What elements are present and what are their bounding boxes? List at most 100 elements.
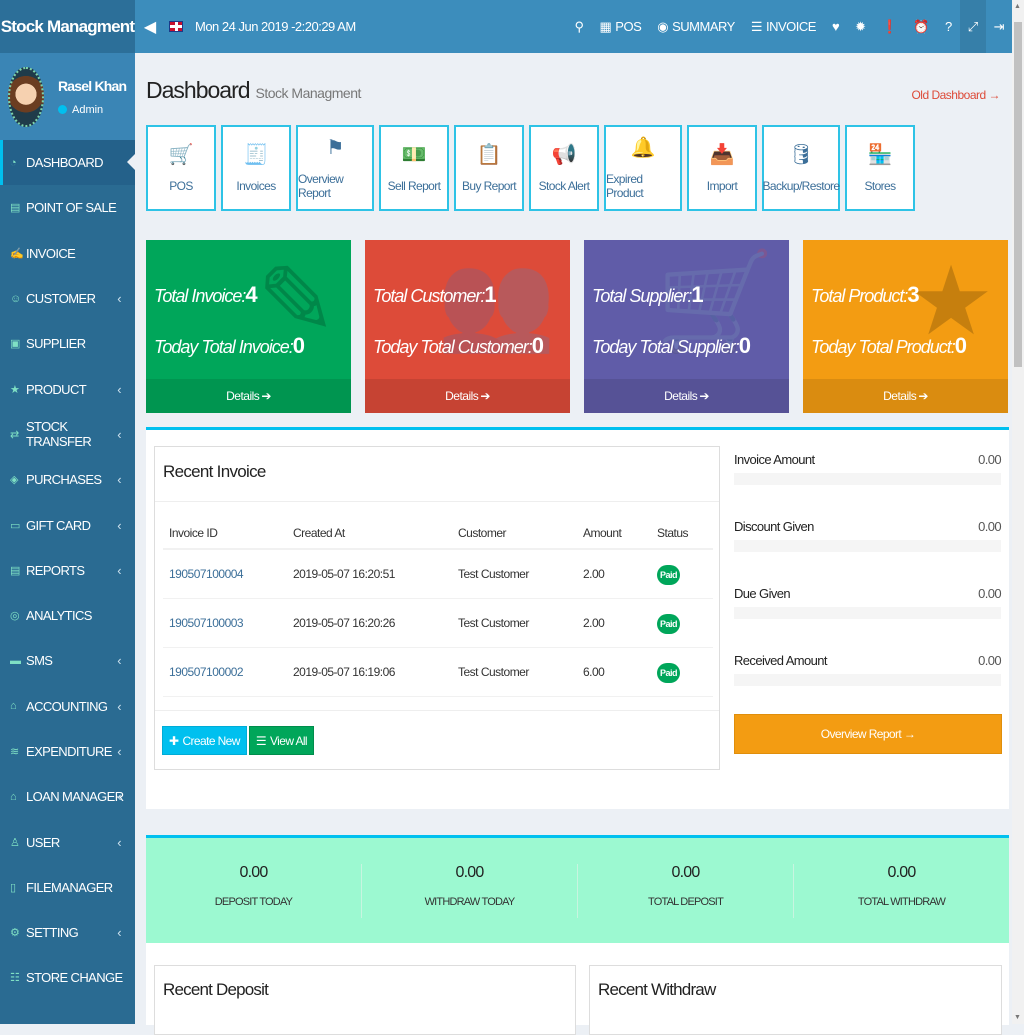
stat-label: Total Supplier: [592, 286, 692, 306]
sidebar-item-invoice[interactable]: ✍ INVOICE [0, 231, 135, 276]
cart-icon: 🛒 [168, 144, 194, 166]
topbar-search-button[interactable]: ⚲ [566, 0, 591, 53]
shortcut-stock-alert[interactable]: 📢 Stock Alert [529, 125, 599, 211]
details-link[interactable]: Details ➔ [146, 379, 351, 413]
shortcut-expired-product[interactable]: 🔔 Expired Product [604, 125, 682, 211]
sidebar-item-product[interactable]: ★ PRODUCT ‹ [0, 366, 135, 411]
caret-left-icon: ◀ [143, 18, 157, 36]
status-cell: Paid [651, 598, 713, 648]
invoice-id-link[interactable]: 190507100003 [163, 598, 287, 648]
status-badge: Paid [657, 662, 681, 683]
page-scrollbar[interactable]: ▲ ▼ [1012, 0, 1024, 1024]
transfer-icon: ⇄ [10, 428, 19, 441]
chevron-left-icon: ‹ [117, 744, 121, 759]
topbar-heart-button[interactable]: ♥ [824, 0, 847, 53]
sidebar-item-store-change[interactable]: ☷ STORE CHANGE [0, 955, 135, 1000]
sidebar-item-filemanager[interactable]: ▯ FILEMANAGER [0, 865, 135, 910]
stat-label: Today Total Customer: [373, 337, 533, 357]
topbar-list-button[interactable]: ☰ INVOICE [743, 0, 824, 53]
details-link[interactable]: Details ➔ [803, 379, 1008, 413]
topbar-logout-button[interactable]: ⇥ [986, 0, 1012, 53]
scroll-up-icon[interactable]: ▲ [1014, 3, 1021, 10]
shortcut-label: POS [169, 179, 193, 193]
stat-label: Total Customer: [373, 286, 485, 306]
arrow-circle-right-icon: ➔ [480, 389, 490, 403]
arrow-circle-right-icon: ➔ [261, 389, 271, 403]
sidebar-item-point-of-sale[interactable]: ▤ POINT OF SALE [0, 185, 135, 230]
view-all-button[interactable]: ☰ View All [248, 726, 315, 755]
sidebar-item-setting[interactable]: ⚙ SETTING ‹ [0, 910, 135, 955]
scrollbar-thumb[interactable] [1014, 22, 1022, 367]
details-label: Details [883, 389, 917, 403]
shortcut-sell-report[interactable]: 💵 Sell Report [379, 125, 449, 211]
recent-withdraw-box: Recent Withdraw [589, 965, 1002, 1035]
create-new-button[interactable]: ✚ Create New [162, 726, 247, 755]
created-at: 2019-05-07 16:19:06 [287, 647, 452, 697]
app-logo[interactable]: Stock Managment [0, 0, 135, 53]
progress-bar [734, 674, 1001, 686]
shortcut-invoices[interactable]: 🧾 Invoices [221, 125, 291, 211]
amount: 2.00 [577, 598, 651, 648]
topbar-pos-button[interactable]: ▦ POS [592, 0, 650, 53]
stat-text: Total Product:3 Today Total Product:0 [811, 270, 967, 372]
sidebar: Rasel Khan Admin ◔ DASHBOARD ▤ POINT OF SAL… [0, 53, 135, 1024]
reports-icon: ▤ [10, 564, 20, 577]
stat-value: 0 [531, 333, 544, 358]
sidebar-item-customer[interactable]: ☺ CUSTOMER ‹ [0, 276, 135, 321]
sidebar-item-label: PURCHASES [26, 472, 102, 488]
stat-value: 1 [691, 282, 703, 307]
sidebar-item-dashboard[interactable]: ◔ DASHBOARD [0, 140, 135, 186]
shortcut-backup-restore[interactable]: 🛢 Backup/Restore [762, 125, 840, 211]
sidebar-item-reports[interactable]: ▤ REPORTS ‹ [0, 548, 135, 593]
shortcut-overview-report[interactable]: ⚑ Overview Report [296, 125, 374, 211]
shortcut-pos[interactable]: 🛒 POS [146, 125, 216, 211]
sidebar-item-loan-manager[interactable]: ⌂ LOAN MANAGER ‹ [0, 774, 135, 819]
invoice-id-link[interactable]: 190507100002 [163, 647, 287, 697]
column-header: Amount [577, 517, 651, 550]
details-link[interactable]: Details ➔ [584, 379, 789, 413]
sidebar-item-supplier[interactable]: ▣ SUPPLIER [0, 321, 135, 366]
alarm-icon: ⏰ [913, 18, 929, 34]
overview-report-button[interactable]: Overview Report → [734, 714, 1002, 754]
summary-item: Due Given 0.00 [734, 586, 1002, 653]
invoice-id-link[interactable]: 190507100004 [163, 549, 287, 599]
shortcut-buy-report[interactable]: 📋 Buy Report [454, 125, 524, 211]
topbar-help-button[interactable]: ? [937, 0, 960, 53]
customer-icon: ☺ [10, 292, 21, 305]
sidebar-item-purchases[interactable]: ◈ PURCHASES ‹ [0, 457, 135, 502]
shortcut-label: Buy Report [461, 179, 517, 193]
shortcut-label: Expired Product [606, 172, 644, 200]
accounts-panel: 0.00 DEPOSIT TODAY 0.00 WITHDRAW TODAY 0.00 T… [146, 835, 1009, 1035]
scroll-down-icon[interactable]: ▼ [1014, 1014, 1021, 1021]
sidebar-item-sms[interactable]: ▬ SMS ‹ [0, 638, 135, 683]
datetime-display: Mon 24 Jun 2019 -2:20:29 AM [195, 19, 356, 34]
sidebar-item-stock-transfer[interactable]: ⇄ STOCK TRANSFER ‹ [0, 412, 135, 457]
chevron-left-icon: ‹ [117, 834, 121, 850]
stat-boxes: ✎ Total Invoice:4 Today Total Invoice:0 Det… [146, 240, 1008, 413]
sidebar-item-expenditure[interactable]: ≋ EXPENDITURE ‹ [0, 729, 135, 774]
shortcut-import[interactable]: 📥 Import [687, 125, 757, 211]
flag-icon: ⚑ [326, 137, 344, 159]
shortcut-label: Overview Report [298, 172, 344, 200]
sidebar-item-user[interactable]: ♙ USER ‹ [0, 819, 135, 864]
old-dashboard-link[interactable]: Old Dashboard → [911, 88, 1000, 102]
topbar-alert-button[interactable]: ❗ [874, 0, 906, 53]
uk-flag-icon[interactable] [169, 21, 183, 32]
sidebar-item-accounting[interactable]: ⌂ ACCOUNTING ‹ [0, 684, 135, 729]
topbar-alarm-button[interactable]: ⏰ [905, 0, 937, 53]
sidebar-item-gift-card[interactable]: ▭ GIFT CARD ‹ [0, 502, 135, 547]
stat-label: Today Total Product: [811, 337, 956, 357]
user-role: Admin [72, 103, 104, 116]
topbar-gear-button[interactable]: ✹ [847, 0, 873, 53]
analytics-icon: ◎ [10, 610, 20, 623]
sidebar-toggle[interactable]: ◀ [139, 0, 161, 53]
summary-label: Received Amount [734, 653, 828, 668]
shortcut-stores[interactable]: 🏪 Stores [845, 125, 915, 211]
chevron-left-icon: ‹ [117, 562, 121, 578]
topbar-fullscreen-button[interactable]: ⤢ [959, 0, 986, 53]
topbar-summary-button[interactable]: ◉ SUMMARY [649, 0, 743, 53]
database-icon: 🛢 [788, 144, 814, 166]
sidebar-item-label: PRODUCT [26, 381, 87, 397]
sidebar-item-analytics[interactable]: ◎ ANALYTICS [0, 593, 135, 638]
details-link[interactable]: Details ➔ [365, 379, 570, 413]
